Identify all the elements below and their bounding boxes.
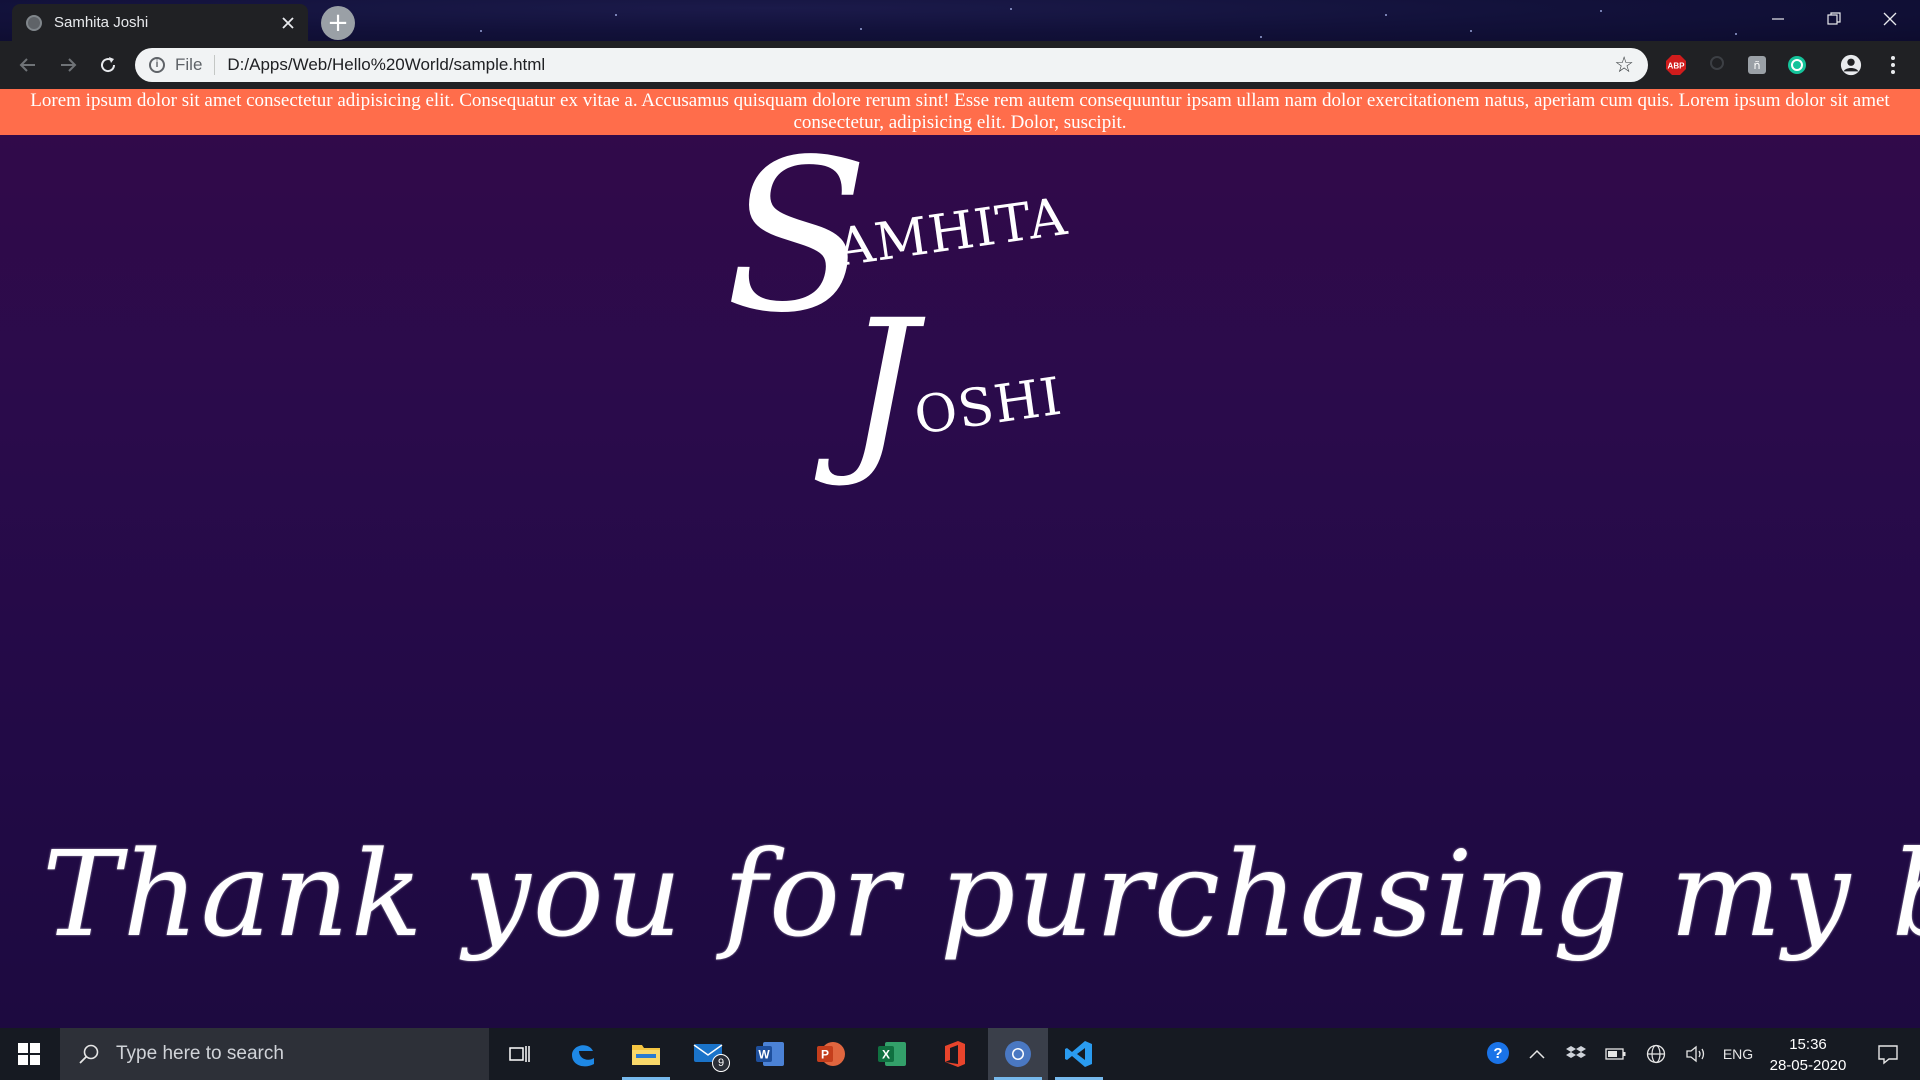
close-window-button[interactable] [1862,0,1918,38]
powerpoint-icon[interactable]: P [801,1028,861,1080]
logo-initial-j: J [845,282,918,491]
abp-label: ABP [1668,62,1686,71]
background-star [1470,30,1472,32]
excel-icon[interactable]: X [862,1028,922,1080]
office-icon[interactable] [925,1028,985,1080]
incognito-extension-icon[interactable] [1706,54,1728,76]
background-star [1735,33,1737,35]
svg-text:X: X [882,1048,890,1062]
search-placeholder: Type here to search [116,1043,284,1064]
tab-title: Samhita Joshi [54,14,149,31]
network-globe-icon[interactable] [1640,1028,1672,1080]
svg-text:ñ: ñ [1754,59,1761,72]
close-tab-icon[interactable] [274,9,302,37]
background-star [860,28,862,30]
svg-text:P: P [821,1048,829,1062]
background-star [615,14,617,16]
star-icon[interactable]: ☆ [1614,52,1634,78]
background-star [1600,10,1602,12]
clock-date: 28-05-2020 [1769,1057,1847,1074]
menu-icon[interactable] [1882,54,1904,76]
mail-icon[interactable]: 9 [679,1028,739,1080]
clock-time: 15:36 [1789,1036,1827,1053]
profile-icon[interactable] [1840,54,1862,76]
signature-logo: S AMHITA J OSHI [725,127,1075,497]
address-bar[interactable]: i File D:/Apps/Web/Hello%20World/sample.… [135,48,1648,82]
thank-you-headline: Thank you for purchasing my book. Your b… [42,825,1920,963]
reload-button[interactable] [94,51,122,79]
browser-tab-active[interactable]: Samhita Joshi [12,4,308,41]
search-icon [76,1041,102,1067]
background-star [1385,14,1387,16]
announcement-banner: Lorem ipsum dolor sit amet consectetur a… [0,89,1920,135]
edge-icon[interactable] [553,1028,613,1080]
task-view-icon[interactable] [490,1028,550,1080]
file-explorer-icon[interactable] [616,1028,676,1080]
page-viewport: Lorem ipsum dolor sit amet consectetur a… [0,89,1920,1028]
adblock-plus-icon[interactable]: ABP [1665,54,1687,76]
browser-title-bar: Samhita Joshi + [0,0,1920,41]
vscode-icon[interactable] [1049,1028,1109,1080]
extension-icon[interactable]: ñ [1746,54,1768,76]
globe-icon [26,14,42,31]
volume-icon[interactable] [1680,1028,1712,1080]
svg-text:?: ? [1493,1045,1502,1062]
word-icon[interactable]: W [740,1028,800,1080]
svg-text:W: W [758,1048,770,1062]
new-tab-button[interactable]: + [321,6,355,40]
reload-icon [101,57,116,73]
background-star [1010,8,1012,10]
windows-icon [18,1043,40,1065]
taskbar-search-box[interactable]: Type here to search [60,1028,489,1080]
background-star [1260,36,1262,38]
plus-icon: + [327,8,349,38]
minimize-button[interactable] [1750,0,1806,38]
language-indicator[interactable]: ENG [1716,1028,1760,1080]
start-button[interactable] [0,1028,58,1080]
notification-icon[interactable] [1864,1028,1912,1080]
browser-toolbar: i File D:/Apps/Web/Hello%20World/sample.… [0,41,1920,89]
url-scheme-label: File [175,55,203,74]
logo-last-name: OSHI [910,366,1066,447]
dropbox-icon[interactable] [1560,1028,1592,1080]
restore-button[interactable] [1806,0,1862,38]
windows-taskbar: Type here to search 9 W P X ? ENG 15:36 … [0,1028,1920,1080]
background-star [480,30,482,32]
arrow-left-icon [19,58,35,72]
help-icon[interactable]: ? [1482,1028,1516,1080]
chevron-up-icon[interactable] [1522,1028,1552,1080]
clock[interactable]: 15:36 28-05-2020 [1760,1034,1856,1076]
grammarly-icon[interactable] [1786,54,1808,76]
info-icon[interactable]: i [149,57,165,73]
chrome-icon[interactable] [988,1028,1048,1080]
arrow-right-icon [61,58,77,72]
divider [214,55,216,75]
url-text[interactable]: D:/Apps/Web/Hello%20World/sample.html [227,55,1614,75]
back-button[interactable] [14,51,42,79]
forward-button[interactable] [54,51,82,79]
battery-icon[interactable] [1600,1028,1632,1080]
mail-badge: 9 [712,1054,730,1072]
